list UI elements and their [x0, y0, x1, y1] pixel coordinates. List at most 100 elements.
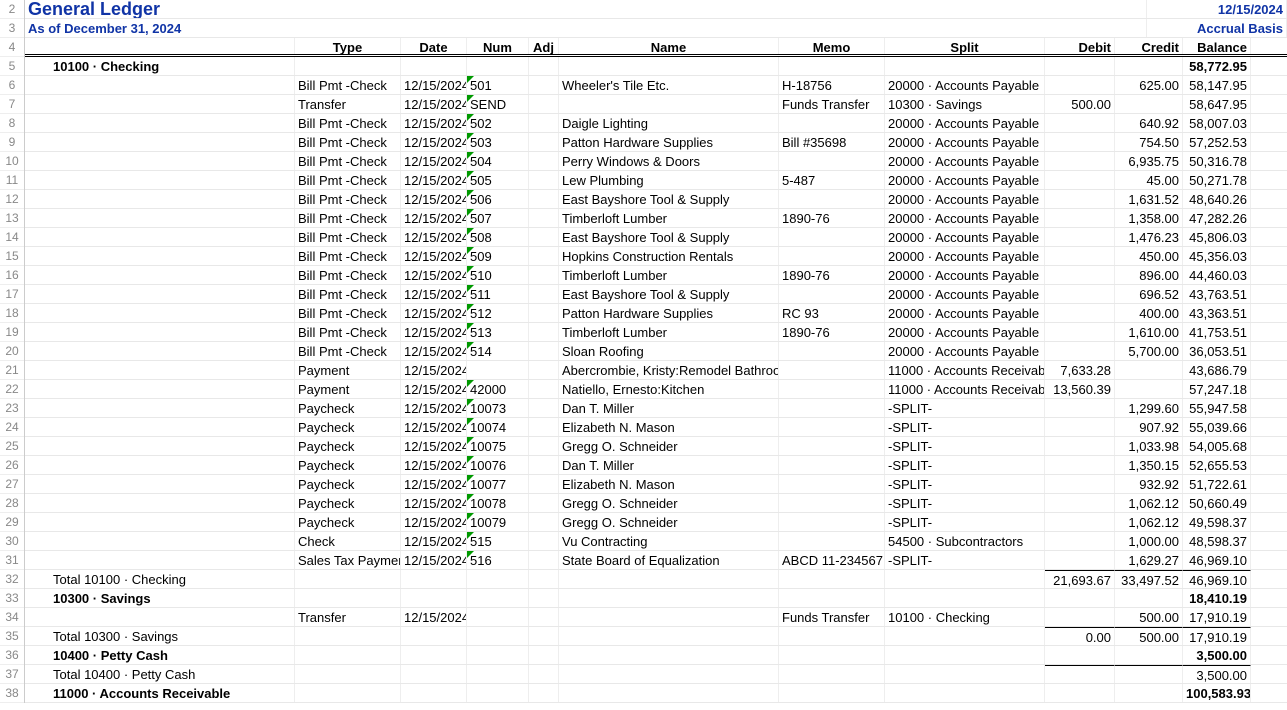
ledger-row[interactable]: Sales Tax Payment12/15/2024516State Boar… [25, 551, 1287, 570]
cell-debit [1045, 76, 1115, 94]
ledger-row[interactable]: Bill Pmt -Check12/15/2024511East Bayshor… [25, 285, 1287, 304]
cell-date: 12/15/2024 [401, 190, 467, 208]
cell-balance: 55,039.66 [1183, 418, 1251, 436]
cell-memo: 1890-76 [779, 209, 885, 227]
ledger-row[interactable]: Bill Pmt -Check12/15/2024513Timberloft L… [25, 323, 1287, 342]
cell-balance: 43,686.79 [1183, 361, 1251, 379]
report-title: General Ledger [25, 0, 1147, 18]
cell-memo [779, 532, 885, 550]
ledger-row[interactable]: Bill Pmt -Check12/15/2024506East Bayshor… [25, 190, 1287, 209]
cell-credit: 1,062.12 [1115, 513, 1183, 531]
cell-debit [1045, 532, 1115, 550]
ledger-row[interactable]: Bill Pmt -Check12/15/2024514Sloan Roofin… [25, 342, 1287, 361]
cell-split: 11000 · Accounts Receivable [885, 361, 1045, 379]
ledger-row[interactable]: Payment12/15/2024Abercrombie, Kristy:Rem… [25, 361, 1287, 380]
report-subtitle: As of December 31, 2024 [25, 19, 1147, 37]
cell-pad [25, 323, 295, 341]
ledger-row[interactable]: Bill Pmt -Check12/15/2024507Timberloft L… [25, 209, 1287, 228]
ledger-row[interactable]: Paycheck12/15/202410074Elizabeth N. Maso… [25, 418, 1287, 437]
ledger-content: General Ledger 12/15/2024 As of December… [25, 0, 1287, 703]
ledger-row[interactable]: Bill Pmt -Check12/15/2024508East Bayshor… [25, 228, 1287, 247]
cell-num: SEND [467, 95, 529, 113]
row-number: 38 [0, 684, 24, 703]
account-header-petty[interactable]: 10400 · Petty Cash 3,500.00 [25, 646, 1287, 665]
row-number: 13 [0, 209, 24, 228]
cell-adj [529, 114, 559, 132]
cell-balance: 50,660.49 [1183, 494, 1251, 512]
cell-debit [1045, 209, 1115, 227]
cell-date: 12/15/2024 [401, 456, 467, 474]
ledger-row[interactable]: Check12/15/2024515Vu Contracting54500 · … [25, 532, 1287, 551]
cell-credit: 5,700.00 [1115, 342, 1183, 360]
report-date: 12/15/2024 [1147, 0, 1287, 18]
cell-name: Abercrombie, Kristy:Remodel Bathroom [559, 361, 779, 379]
row-number: 18 [0, 304, 24, 323]
account-header-checking[interactable]: 10100 · Checking 58,772.95 [25, 57, 1287, 76]
cell-type: Bill Pmt -Check [295, 114, 401, 132]
cell-name: Gregg O. Schneider [559, 494, 779, 512]
cell-memo [779, 475, 885, 493]
cell-name: Timberloft Lumber [559, 266, 779, 284]
ledger-row[interactable]: Transfer12/15/2024Funds Transfer10100 · … [25, 608, 1287, 627]
ledger-row[interactable]: Paycheck12/15/202410076Dan T. Miller-SPL… [25, 456, 1287, 475]
cell-debit [1045, 266, 1115, 284]
cell-date: 12/15/2024 [401, 380, 467, 398]
row-number: 25 [0, 437, 24, 456]
col-balance: Balance [1183, 38, 1251, 54]
ledger-row[interactable]: Bill Pmt -Check12/15/2024505Lew Plumbing… [25, 171, 1287, 190]
ledger-row[interactable]: Bill Pmt -Check12/15/2024509Hopkins Cons… [25, 247, 1287, 266]
cell-date: 12/15/2024 [401, 209, 467, 227]
col-num: Num [467, 38, 529, 54]
cell-name: Hopkins Construction Rentals [559, 247, 779, 265]
cell-date: 12/15/2024 [401, 152, 467, 170]
column-header-row: Type Date Num Adj Name Memo Split Debit … [25, 38, 1287, 57]
row-number: 30 [0, 532, 24, 551]
account-total-savings: Total 10300 · Savings 0.00 500.00 17,910… [25, 627, 1287, 646]
cell-credit: 500.00 [1115, 608, 1183, 626]
ledger-row[interactable]: Bill Pmt -Check12/15/2024510Timberloft L… [25, 266, 1287, 285]
cell-credit: 6,935.75 [1115, 152, 1183, 170]
cell-pad [25, 513, 295, 531]
cell-name: East Bayshore Tool & Supply [559, 190, 779, 208]
account-total-checking: Total 10100 · Checking 21,693.67 33,497.… [25, 570, 1287, 589]
cell-adj [529, 247, 559, 265]
ledger-row[interactable]: Bill Pmt -Check12/15/2024501Wheeler's Ti… [25, 76, 1287, 95]
row-number: 17 [0, 285, 24, 304]
cell-name: Gregg O. Schneider [559, 513, 779, 531]
row-number: 34 [0, 608, 24, 627]
ledger-row[interactable]: Transfer12/15/2024SENDFunds Transfer1030… [25, 95, 1287, 114]
ledger-row[interactable]: Paycheck12/15/202410073Dan T. Miller-SPL… [25, 399, 1287, 418]
cell-adj [529, 209, 559, 227]
cell-num: 502 [467, 114, 529, 132]
ledger-row[interactable]: Paycheck12/15/202410075Gregg O. Schneide… [25, 437, 1287, 456]
cell-num: 516 [467, 551, 529, 569]
cell-debit [1045, 228, 1115, 246]
cell-debit [1045, 418, 1115, 436]
ledger-row[interactable]: Bill Pmt -Check12/15/2024504Perry Window… [25, 152, 1287, 171]
cell-date: 12/15/2024 [401, 114, 467, 132]
cell-credit: 907.92 [1115, 418, 1183, 436]
ledger-row[interactable]: Bill Pmt -Check12/15/2024502Daigle Light… [25, 114, 1287, 133]
ledger-row[interactable]: Payment12/15/202442000Natiello, Ernesto:… [25, 380, 1287, 399]
ledger-row[interactable]: Bill Pmt -Check12/15/2024512Patton Hardw… [25, 304, 1287, 323]
cell-debit [1045, 114, 1115, 132]
account-header-savings[interactable]: 10300 · Savings 18,410.19 [25, 589, 1287, 608]
cell-balance: 58,647.95 [1183, 95, 1251, 113]
row-number: 4 [0, 38, 24, 57]
ledger-row[interactable]: Paycheck12/15/202410079Gregg O. Schneide… [25, 513, 1287, 532]
ledger-row[interactable]: Bill Pmt -Check12/15/2024503Patton Hardw… [25, 133, 1287, 152]
col-date: Date [401, 38, 467, 54]
account-header-ar[interactable]: 11000 · Accounts Receivable 100,583.93 [25, 684, 1287, 703]
account-total-petty: Total 10400 · Petty Cash 3,500.00 [25, 665, 1287, 684]
cell-memo [779, 437, 885, 455]
cell-pad [25, 361, 295, 379]
cell-adj [529, 95, 559, 113]
cell-credit [1115, 380, 1183, 398]
ledger-row[interactable]: Paycheck12/15/202410078Gregg O. Schneide… [25, 494, 1287, 513]
row-number: 9 [0, 133, 24, 152]
cell-pad [25, 266, 295, 284]
cell-balance: 44,460.03 [1183, 266, 1251, 284]
ledger-row[interactable]: Paycheck12/15/202410077Elizabeth N. Maso… [25, 475, 1287, 494]
cell-adj [529, 342, 559, 360]
cell-pad [25, 114, 295, 132]
